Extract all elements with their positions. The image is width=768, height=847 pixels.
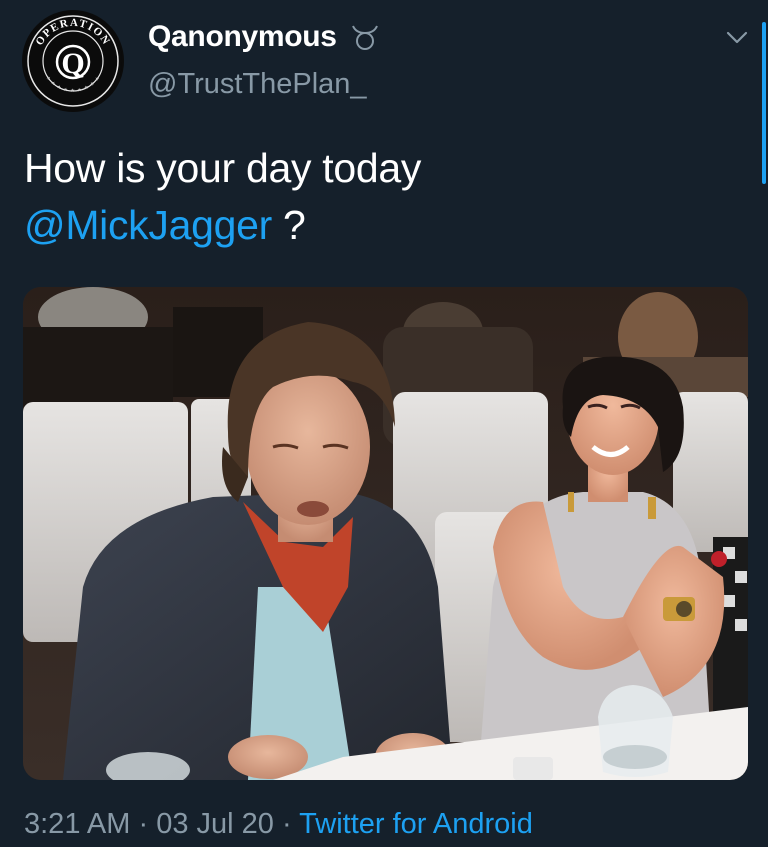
chevron-down-icon[interactable] [724,26,750,48]
tweet-photo[interactable] [23,287,748,780]
tweet-source-link[interactable]: Twitter for Android [299,808,533,840]
display-name[interactable]: Qanonymous [148,20,337,54]
meta-separator-2: · [273,808,300,840]
operation-q-seal-icon: OPERATION ★ ★ ★ ★ ★ ★ ★ ★ ★ Q [24,12,122,110]
photo-illustration [23,287,748,780]
tweet-date[interactable]: 03 Jul 20 [156,808,274,840]
tweet-text-suffix: ? [271,202,306,248]
tweet-meta: 3:21 AM · 03 Jul 20 · Twitter for Androi… [24,808,533,841]
tweet-time[interactable]: 3:21 AM [24,808,130,840]
tweet-text: How is your day today @MickJagger ? [24,140,744,254]
meta-separator: · [130,808,157,840]
taurus-icon [352,25,378,50]
tweet-card: OPERATION ★ ★ ★ ★ ★ ★ ★ ★ ★ Q Qanonymous… [0,0,768,847]
avatar[interactable]: OPERATION ★ ★ ★ ★ ★ ★ ★ ★ ★ Q [22,10,124,112]
avatar-letter: Q [61,47,84,80]
mention-link[interactable]: @MickJagger [24,202,272,248]
scroll-indicator [762,22,766,184]
user-handle[interactable]: @TrustThePlan_ [148,68,367,101]
tweet-text-line1: How is your day today [24,145,422,191]
tweet-text-line2: @MickJagger ? [24,197,744,254]
